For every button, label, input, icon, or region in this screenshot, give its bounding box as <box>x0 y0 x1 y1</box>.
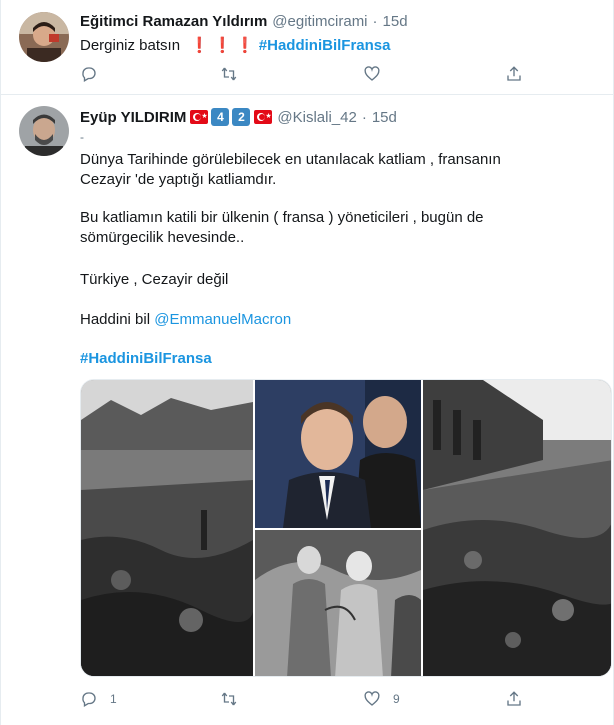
tweet[interactable]: Eyüp YILDIRIM ★ 4 2 ★ @Kislali_42 · 15d … <box>1 96 614 725</box>
avatar[interactable] <box>19 106 69 156</box>
share-icon <box>507 691 521 706</box>
retweet-button[interactable] <box>220 65 238 83</box>
mention-link[interactable]: @EmmanuelMacron <box>154 311 291 328</box>
reply-icon <box>82 67 96 82</box>
separator: · <box>372 13 378 30</box>
retweet-button[interactable] <box>220 690 238 708</box>
share-icon <box>507 66 521 81</box>
media-grid[interactable] <box>80 379 612 677</box>
display-name[interactable]: Eğitimci Ramazan Yıldırım <box>80 13 267 30</box>
reply-button[interactable]: 1 <box>80 690 117 708</box>
reply-button[interactable] <box>80 65 110 83</box>
retweet-icon <box>221 692 237 706</box>
hashtag-link[interactable]: #HaddiniBilFransa <box>80 349 600 369</box>
tweet-actions: 1 9 <box>80 690 530 712</box>
tweet-paragraph: Dünya Tarihinde görülebilecek en utanıla… <box>80 151 501 188</box>
tweet-header: Eğitimci Ramazan Yıldırım @egitimcirami … <box>80 13 408 30</box>
timeline: Eğitimci Ramazan Yıldırım @egitimcirami … <box>0 0 614 725</box>
retweet-icon <box>221 67 237 81</box>
reply-icon <box>82 692 96 707</box>
media-photo[interactable] <box>423 380 611 676</box>
like-button[interactable]: 9 <box>363 690 400 708</box>
tweet-text-content: Derginiz batsın <box>80 37 181 54</box>
media-photo[interactable] <box>255 380 421 528</box>
media-photo[interactable] <box>255 530 421 676</box>
tweet-dash: - <box>80 130 84 144</box>
reply-count: 1 <box>110 692 117 706</box>
tweet-text-content: Haddini bil <box>80 311 151 328</box>
tweet-header: Eyüp YILDIRIM ★ 4 2 ★ @Kislali_42 · 15d <box>80 108 397 126</box>
heart-icon <box>364 66 380 81</box>
like-button[interactable] <box>363 65 393 83</box>
keycap-badge: 4 <box>211 108 230 126</box>
display-name[interactable]: Eyüp YILDIRIM <box>80 109 186 126</box>
turkey-flag-icon: ★ <box>190 110 209 124</box>
turkey-flag-icon: ★ <box>254 110 273 124</box>
user-handle[interactable]: @Kislali_42 <box>277 109 356 126</box>
tweet-actions <box>80 65 530 87</box>
tweet[interactable]: Eğitimci Ramazan Yıldırım @egitimcirami … <box>1 0 614 95</box>
like-count: 9 <box>393 692 400 706</box>
media-photo[interactable] <box>81 380 253 676</box>
hashtag-link[interactable]: #HaddiniBilFransa <box>259 37 391 54</box>
tweet-text: Derginiz batsın ❗ ❗ ❗ #HaddiniBilFransa <box>80 36 600 56</box>
tweet-paragraph: Bu katliamın katili bir ülkenin ( fransa… <box>80 209 484 246</box>
separator: · <box>361 108 367 126</box>
heart-icon <box>364 691 380 706</box>
tweet-paragraph: Türkiye , Cezayir değil <box>80 271 229 288</box>
exclamation-emoji: ❗ ❗ ❗ <box>190 37 255 54</box>
timestamp[interactable]: 15d <box>383 13 408 30</box>
share-button[interactable] <box>505 65 523 83</box>
user-handle[interactable]: @egitimcirami <box>272 13 367 30</box>
keycap-badge: 2 <box>232 108 251 126</box>
tweet-paragraph: Haddini bil @EmmanuelMacron <box>80 310 600 330</box>
avatar[interactable] <box>19 12 69 62</box>
share-button[interactable] <box>505 690 523 708</box>
timestamp[interactable]: 15d <box>372 109 397 126</box>
